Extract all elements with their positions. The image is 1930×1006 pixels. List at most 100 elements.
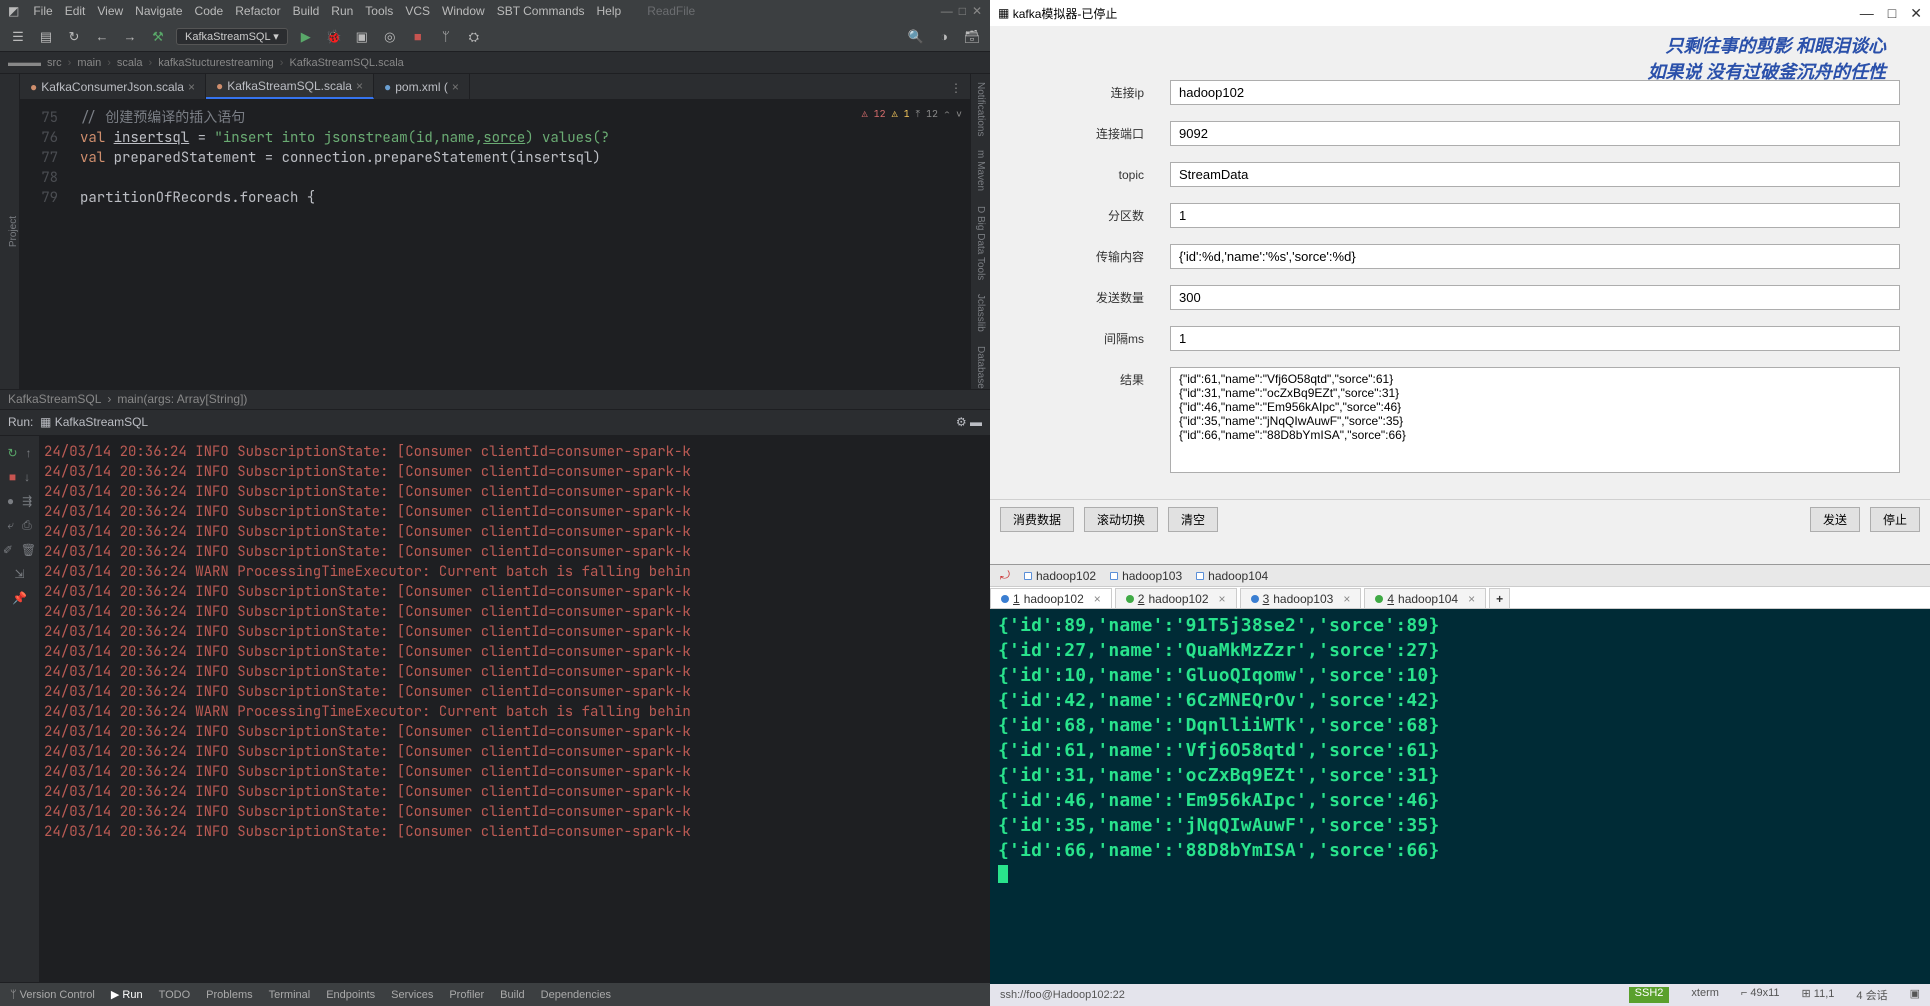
clear-icon[interactable]: ✐ [3,543,13,557]
print-icon[interactable]: ⎙ [22,518,32,533]
stop-button[interactable]: 停止 [1870,507,1920,532]
left-tool-stripe[interactable]: Project [0,74,20,389]
refresh-icon[interactable]: ↻ [64,27,84,47]
tool-build[interactable]: Build [500,989,524,1001]
maximize-icon[interactable]: □ [959,4,966,18]
filter-icon[interactable]: ⇶ [22,494,32,508]
input-interval[interactable] [1170,326,1900,351]
menu-file[interactable]: File [33,4,52,18]
bc-seg[interactable]: src [47,57,62,69]
right-tool-D Big Data Tools[interactable]: D Big Data Tools [975,206,986,280]
reconnect-icon[interactable]: ⤾ [1000,568,1010,583]
coverage-icon[interactable]: ▣ [352,27,372,47]
tool-dependencies[interactable]: Dependencies [541,989,611,1001]
bc-class[interactable]: KafkaStreamSQL [8,392,101,406]
stop-icon[interactable]: ■ [408,27,428,47]
scroll-toggle-button[interactable]: 滚动切换 [1084,507,1158,532]
avatar-icon[interactable]: ◑ [934,27,954,47]
tool-profiler[interactable]: Profiler [449,989,484,1001]
tab-close-icon[interactable]: × [1343,592,1350,606]
softwrap-icon[interactable]: ⤶ [7,518,14,533]
show-project-icon[interactable]: ☰ [8,27,28,47]
code-text[interactable]: // 创建预编译的插入语句 val insertsql = "insert in… [68,100,617,389]
menu-tools[interactable]: Tools [365,4,393,18]
editor-tab[interactable]: ● pom.xml ( × [374,74,470,99]
wf-minimize-icon[interactable]: — [1860,5,1874,22]
up-icon[interactable]: ↑ [26,446,32,460]
bc-seg[interactable]: scala [117,57,143,69]
expand-icon[interactable]: ⇲ [14,567,24,581]
close-icon[interactable]: ✕ [972,4,982,18]
right-tool-Database[interactable]: Database [975,346,986,389]
settings-icon[interactable]: ⛭ [464,27,484,47]
consume-button[interactable]: 消费数据 [1000,507,1074,532]
tab-close-icon[interactable]: × [1219,592,1226,606]
clear-button[interactable]: 清空 [1168,507,1218,532]
input-partitions[interactable] [1170,203,1900,228]
menu-edit[interactable]: Edit [65,4,86,18]
input-ip[interactable] [1170,80,1900,105]
ssh-session-tab[interactable]: 2 hadoop102× [1115,588,1237,608]
menu-view[interactable]: View [97,4,123,18]
tool-endpoints[interactable]: Endpoints [326,989,375,1001]
back-icon[interactable]: ← [92,27,112,47]
input-topic[interactable] [1170,162,1900,187]
editor-tab[interactable]: ● KafkaConsumerJson.scala × [20,74,206,99]
menu-help[interactable]: Help [597,4,622,18]
database-icon[interactable]: 🗃 [962,27,982,47]
save-icon[interactable]: ▤ [36,27,56,47]
tab-close-icon[interactable]: × [1094,592,1101,606]
menu-run[interactable]: Run [331,4,353,18]
input-port[interactable] [1170,121,1900,146]
bc-seg[interactable]: main [77,57,101,69]
hammer-icon[interactable]: ⚒ [148,27,168,47]
inspection-nav[interactable]: ⤒ 12 ⌃ ∨ [916,107,962,120]
wf-close-icon[interactable]: ✕ [1910,5,1922,22]
ssh-fav-host[interactable]: hadoop102 [1024,569,1096,583]
debug-icon[interactable]: 🐞 [324,27,344,47]
rerun-icon[interactable]: ↻ [7,446,17,460]
project-tool-label[interactable]: Project [8,210,19,253]
new-session-tab[interactable]: + [1489,588,1510,608]
run-icon[interactable]: ▶ [296,27,316,47]
trash-icon[interactable]: 🗑 [21,543,36,557]
tab-close-icon[interactable]: × [452,80,459,94]
git-icon[interactable]: ᛘ [436,27,456,47]
editor-tab[interactable]: ● KafkaStreamSQL.scala × [206,74,374,99]
ssh-overlay-icon[interactable]: ▣ [1910,987,1920,1003]
bc-seg[interactable]: KafkaStreamSQL.scala [289,57,403,69]
run-settings-icon[interactable]: ⚙ ▬ [956,415,982,429]
tab-close-icon[interactable]: × [356,79,363,93]
tab-close-icon[interactable]: × [188,80,195,94]
bc-seg[interactable]: kafkaStucturestreaming [158,57,274,69]
input-payload[interactable] [1170,244,1900,269]
inspection-widget[interactable]: ⚠ 12 ⚠ 1 ⤒ 12 ⌃ ∨ [862,104,962,124]
menu-build[interactable]: Build [293,4,320,18]
textarea-result[interactable] [1170,367,1900,473]
search-icon[interactable]: 🔍 [906,27,926,47]
ssh-terminal[interactable]: {'id':89,'name':'91T5j38se2','sorce':89}… [990,609,1930,984]
menu-sbt commands[interactable]: SBT Commands [497,4,585,18]
stop-run-icon[interactable]: ■ [9,470,16,484]
tool-services[interactable]: Services [391,989,433,1001]
ssh-session-tab[interactable]: 1 hadoop102× [990,588,1112,608]
wf-maximize-icon[interactable]: □ [1888,5,1896,22]
forward-icon[interactable]: → [120,27,140,47]
menu-window[interactable]: Window [442,4,485,18]
tool-run[interactable]: ▶ Run [111,988,143,1001]
bc-method[interactable]: main(args: Array[String]) [117,392,247,406]
send-button[interactable]: 发送 [1810,507,1860,532]
tool-terminal[interactable]: Terminal [269,989,311,1001]
tab-list-icon[interactable]: ⋮ [942,77,970,99]
tool-version control[interactable]: ᛘ Version Control [10,989,95,1001]
tool-todo[interactable]: TODO [159,989,191,1001]
minimize-icon[interactable]: — [941,4,953,18]
run-tab[interactable]: ▦ KafkaStreamSQL [40,415,148,429]
menu-navigate[interactable]: Navigate [135,4,182,18]
pin-icon[interactable]: 📌 [12,591,27,605]
right-tool-Notifications[interactable]: Notifications [975,82,986,136]
code-body[interactable]: ⚠ 12 ⚠ 1 ⤒ 12 ⌃ ∨ 7576777879 // 创建预编译的插入… [20,100,970,389]
tool-problems[interactable]: Problems [206,989,252,1001]
down-icon[interactable]: ↓ [24,470,30,484]
run-config-select[interactable]: KafkaStreamSQL ▾ [176,28,288,45]
